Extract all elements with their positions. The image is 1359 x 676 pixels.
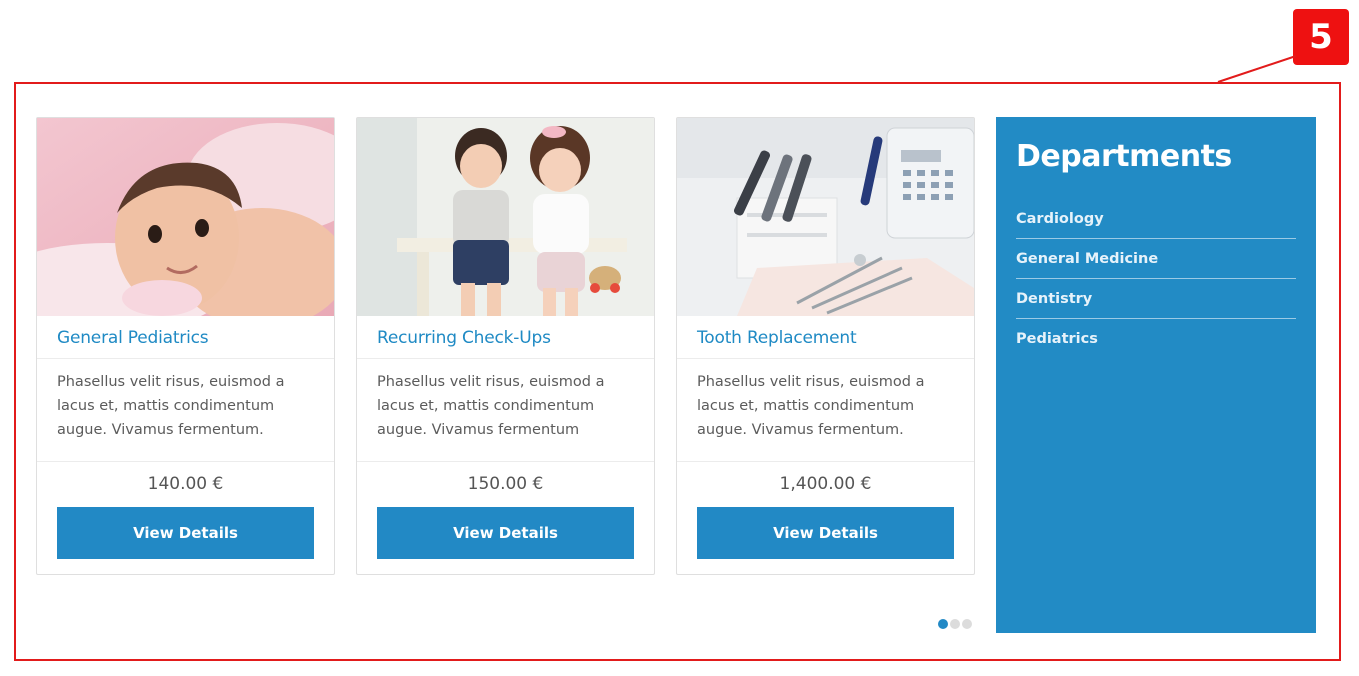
card-title[interactable]: General Pediatrics (57, 328, 209, 348)
carousel-dot-1[interactable] (938, 619, 948, 629)
divider (677, 461, 974, 462)
department-link-pediatrics[interactable]: Pediatrics (1016, 319, 1296, 358)
view-details-button[interactable]: View Details (57, 507, 314, 559)
divider (677, 358, 974, 359)
department-link-cardiology[interactable]: Cardiology (1016, 199, 1296, 239)
divider (357, 358, 654, 359)
baby-photo[interactable] (37, 118, 334, 316)
card-title[interactable]: Recurring Check-Ups (377, 328, 551, 348)
department-link-general-medicine[interactable]: General Medicine (1016, 239, 1296, 279)
carousel-dot-3[interactable] (962, 619, 972, 629)
view-details-button[interactable]: View Details (697, 507, 954, 559)
card-title[interactable]: Tooth Replacement (697, 328, 857, 348)
service-card: Tooth Replacement Phasellus velit risus,… (676, 117, 975, 575)
departments-title: Departments (1016, 139, 1232, 174)
card-price: 150.00 € (467, 474, 544, 494)
divider (37, 461, 334, 462)
card-price: 1,400.00 € (779, 474, 872, 494)
carousel-pagination (938, 619, 974, 629)
view-details-button[interactable]: View Details (377, 507, 634, 559)
divider (37, 358, 334, 359)
departments-list: Cardiology General Medicine Dentistry Pe… (1016, 199, 1296, 358)
card-description: Phasellus velit risus, euismod a lacus e… (57, 374, 285, 438)
card-description: Phasellus velit risus, euismod a lacus e… (697, 374, 925, 438)
carousel-dot-2[interactable] (950, 619, 960, 629)
dental-equipment-photo[interactable] (677, 118, 974, 316)
divider (357, 461, 654, 462)
departments-panel: Departments Cardiology General Medicine … (996, 117, 1316, 633)
annotation-badge: 5 (1293, 9, 1349, 65)
card-price: 140.00 € (147, 474, 224, 494)
service-card: General Pediatrics Phasellus velit risus… (36, 117, 335, 575)
department-link-dentistry[interactable]: Dentistry (1016, 279, 1296, 319)
card-description: Phasellus velit risus, euismod a lacus e… (377, 374, 605, 438)
service-card: Recurring Check-Ups Phasellus velit risu… (356, 117, 655, 575)
children-photo[interactable] (357, 118, 654, 316)
